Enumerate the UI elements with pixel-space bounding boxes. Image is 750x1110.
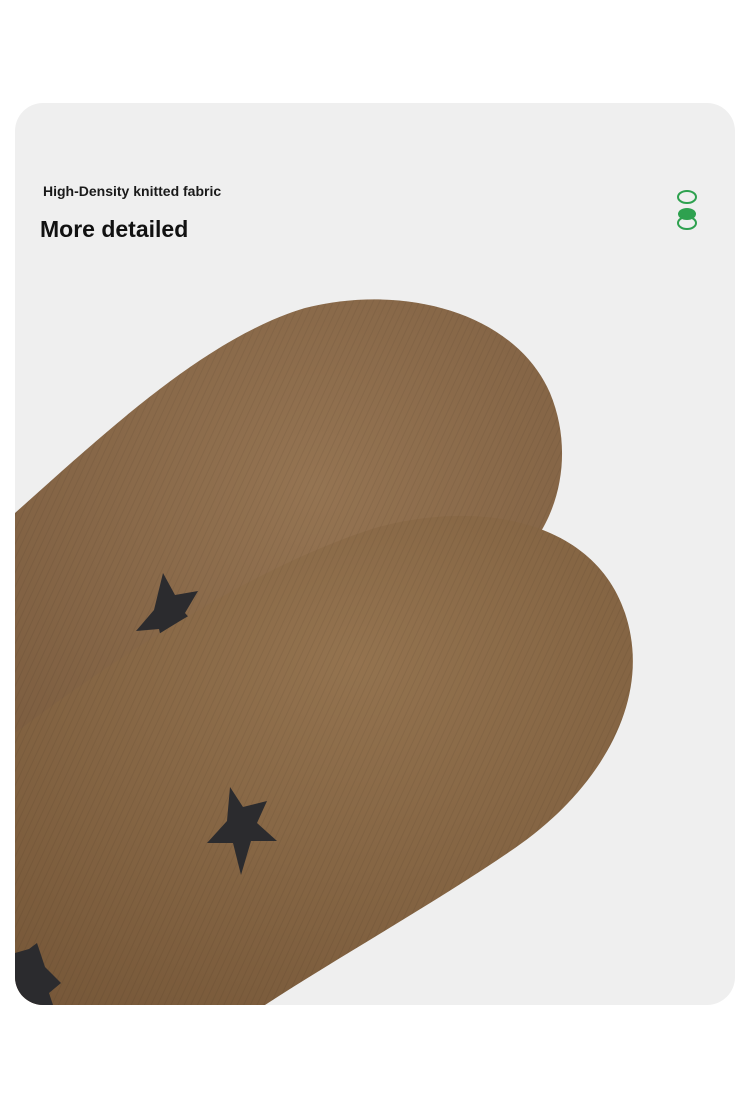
product-image-card: High-Density knitted fabric More detaile… xyxy=(15,103,735,1005)
slide-indicator[interactable] xyxy=(675,187,699,237)
indicator-dot-1 xyxy=(677,190,697,204)
subtitle-text: High-Density knitted fabric xyxy=(43,183,222,199)
headline-text: More detailed xyxy=(40,216,189,242)
